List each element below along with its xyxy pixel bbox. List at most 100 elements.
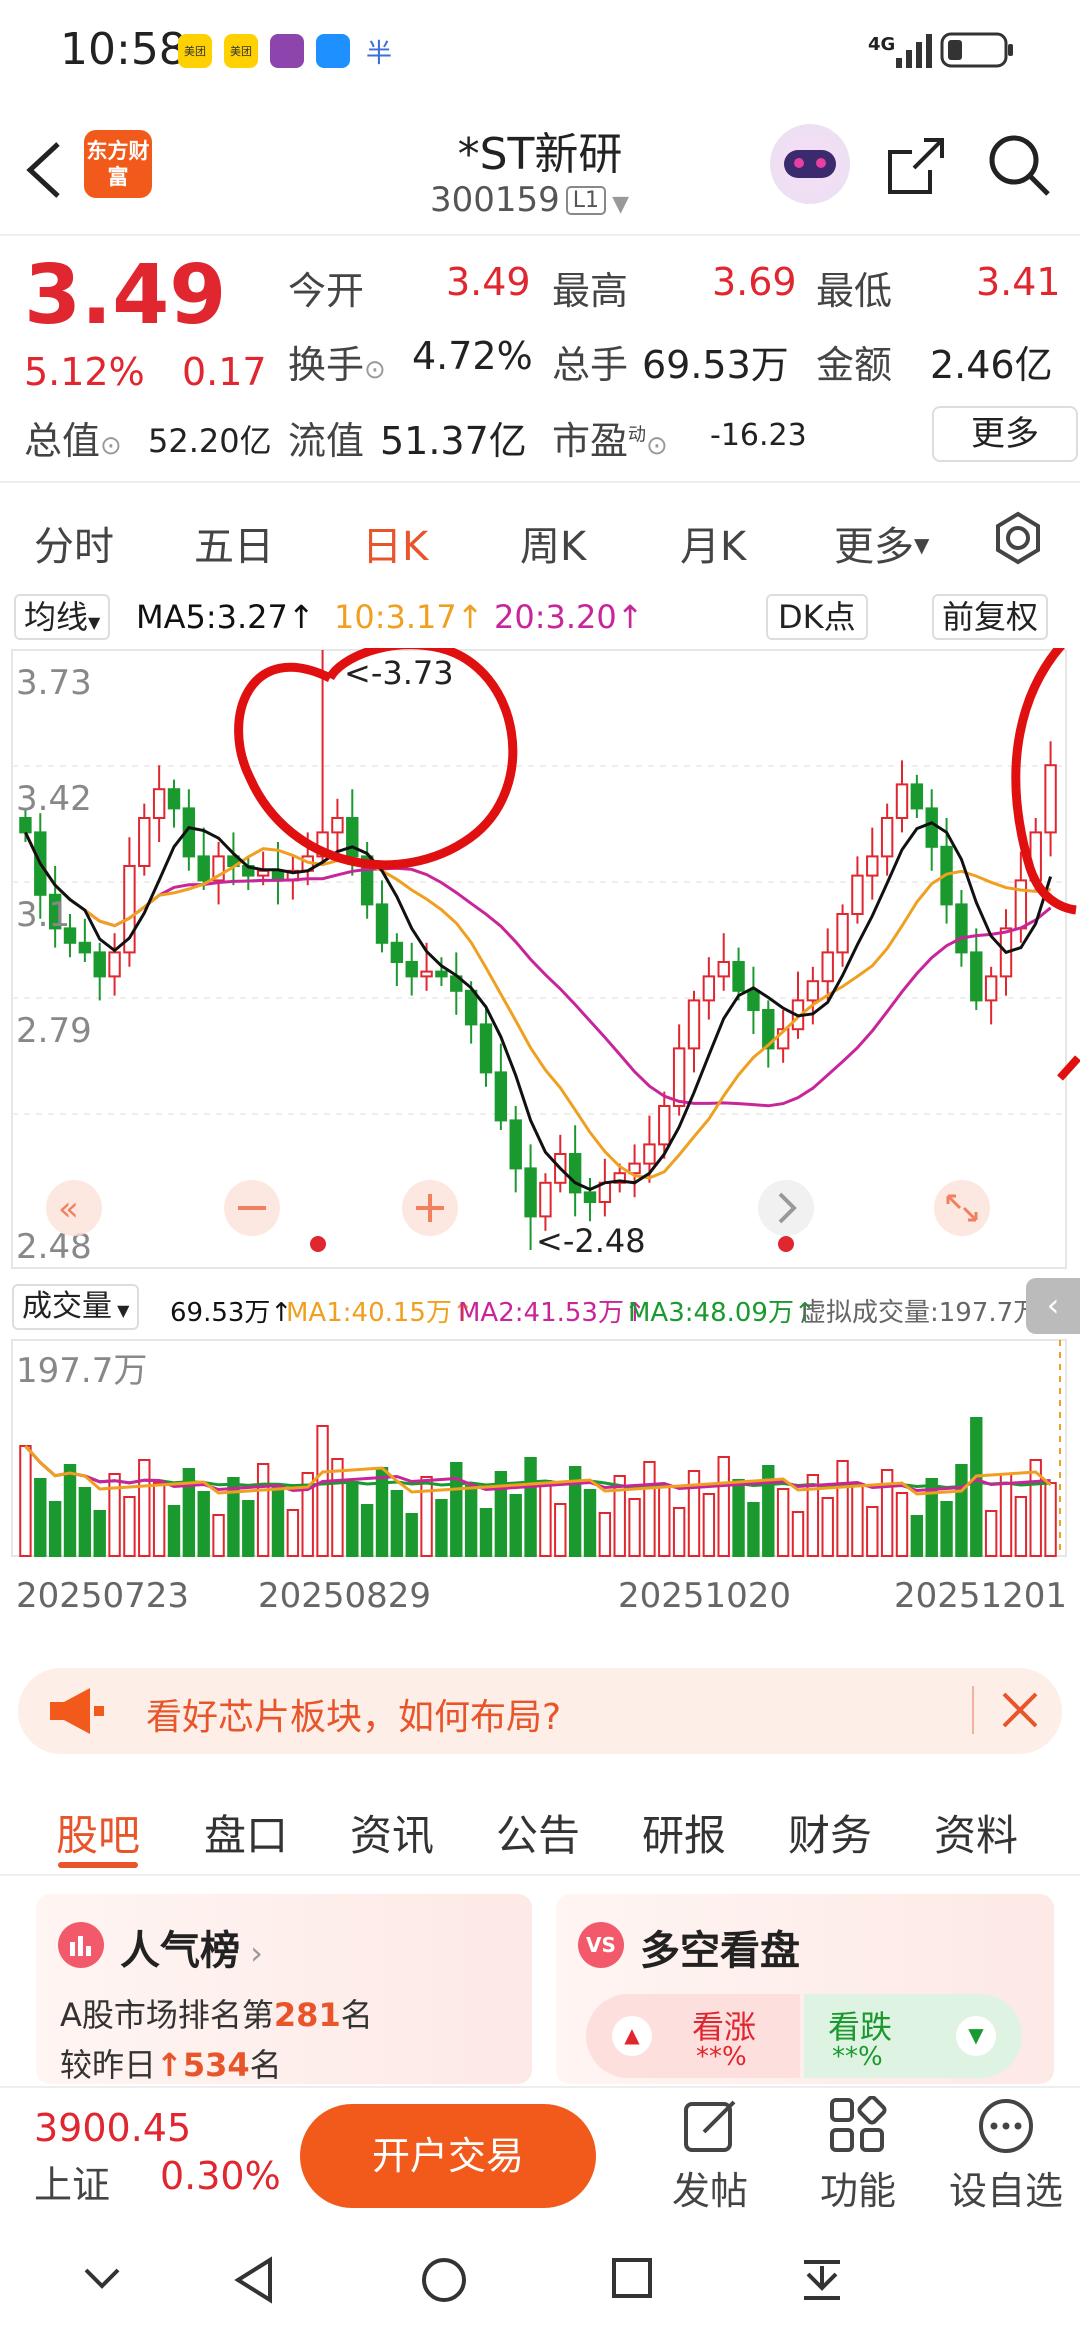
volume-bar xyxy=(1014,1496,1028,1557)
tab-financials[interactable]: 财务 xyxy=(788,1802,872,1863)
function-button[interactable]: 功能 xyxy=(814,2095,902,2215)
candle-body xyxy=(167,788,181,810)
dk-point-button[interactable]: DK点 xyxy=(766,594,868,640)
volume-bar xyxy=(598,1512,612,1557)
turnover-value: 4.72% xyxy=(412,334,533,378)
date-label: 20251020 xyxy=(618,1576,792,1616)
trade-button[interactable]: 开户交易 xyxy=(300,2104,596,2208)
recents-square-icon[interactable] xyxy=(610,2256,654,2300)
add-watchlist-button[interactable]: 设自选 xyxy=(944,2096,1068,2215)
tab-announcements[interactable]: 公告 xyxy=(496,1802,580,1863)
collapse-arrow-icon[interactable]: ‹ xyxy=(1026,1278,1080,1334)
volume-bar xyxy=(271,1486,285,1557)
home-circle-icon[interactable] xyxy=(420,2256,468,2304)
volume-bar xyxy=(93,1510,106,1557)
ai-assistant-icon[interactable] xyxy=(770,124,850,204)
tab-daily-k[interactable]: 日K xyxy=(362,514,428,572)
volume-bar xyxy=(717,1456,730,1557)
y-tick-label: 3.1 xyxy=(16,895,70,935)
volume-ma3: MA3:48.09万↑ xyxy=(628,1298,816,1328)
info-icon[interactable]: ⊙ xyxy=(646,431,668,461)
volume-bar xyxy=(63,1464,77,1557)
volume-current: 69.53万↑ xyxy=(170,1298,293,1328)
pe-label: 市盈动⊙ xyxy=(552,419,668,463)
vs-icon: VS xyxy=(578,1922,624,1968)
candle-body xyxy=(108,951,121,978)
gear-icon[interactable] xyxy=(990,510,1046,566)
tab-intraday[interactable]: 分时 xyxy=(34,514,114,572)
tab-news[interactable]: 资讯 xyxy=(350,1802,434,1863)
candle-body xyxy=(821,951,834,983)
volume-bar xyxy=(197,1491,210,1557)
chart-bars-icon xyxy=(58,1922,104,1968)
function-label: 功能 xyxy=(819,2169,896,2213)
popularity-title: 人气榜 › xyxy=(120,1928,263,1974)
more-button[interactable]: 更多 xyxy=(932,406,1078,462)
fullscreen-button[interactable] xyxy=(934,1180,990,1236)
tab-forum[interactable]: 股吧 xyxy=(56,1802,140,1863)
volume-bar xyxy=(435,1499,448,1557)
dot-marker xyxy=(778,1236,794,1252)
mktcap-label: 总值⊙ xyxy=(24,419,122,463)
volume-bar xyxy=(776,1488,790,1557)
candle-body xyxy=(910,783,924,810)
volume-bar xyxy=(821,1497,834,1557)
tab-profile[interactable]: 资料 xyxy=(934,1802,1018,1863)
turnover-label: 换手⊙ xyxy=(288,343,386,387)
active-tab-indicator xyxy=(58,1862,138,1868)
tab-monthly-k[interactable]: 月K xyxy=(680,514,746,572)
tab-research[interactable]: 研报 xyxy=(642,1802,726,1863)
edit-icon xyxy=(684,2100,736,2152)
date-label: 20250829 xyxy=(258,1576,432,1616)
candle-body xyxy=(925,807,938,848)
volume-bar xyxy=(791,1511,805,1557)
tab-five-day[interactable]: 五日 xyxy=(194,514,274,572)
volume-chart[interactable]: 成交量 ▼ 69.53万↑ MA1:40.15万↑ MA2:41.53万↑ MA… xyxy=(0,1278,1080,1616)
candle-body xyxy=(197,855,210,882)
notification-pull-icon[interactable] xyxy=(798,2256,846,2304)
post-button[interactable]: 发帖 xyxy=(666,2096,754,2215)
volume-bar xyxy=(316,1425,329,1557)
sentiment-card[interactable]: VS 多空看盘 ▲ 看涨 **% 看跌 **% ▼ xyxy=(556,1894,1054,2084)
candle-body xyxy=(420,970,433,978)
volume-bar xyxy=(390,1490,404,1557)
search-icon[interactable] xyxy=(986,132,1052,198)
volume-selector[interactable]: 成交量 ▼ xyxy=(12,1284,140,1330)
popularity-card[interactable]: 人气榜 › A股市场排名第281名 较昨日↑534名 xyxy=(36,1894,532,2084)
tab-order-book[interactable]: 盘口 xyxy=(204,1802,288,1863)
forward-button[interactable] xyxy=(758,1180,814,1236)
volume-bar xyxy=(539,1480,552,1557)
index-ticker[interactable]: 3900.45 xyxy=(34,2106,191,2150)
more-dots-icon xyxy=(979,2099,1033,2153)
volume-bar xyxy=(152,1482,166,1557)
adjust-button[interactable]: 前复权 xyxy=(932,594,1049,640)
info-icon[interactable]: ⊙ xyxy=(100,431,122,461)
watchlist-label: 设自选 xyxy=(948,2169,1063,2213)
info-icon[interactable]: ⊙ xyxy=(364,355,386,385)
chevron-down-icon[interactable]: ▼ xyxy=(612,192,629,217)
ma5-label: MA5:3.27↑ xyxy=(136,598,315,636)
share-icon[interactable] xyxy=(884,134,948,198)
bear-button[interactable]: 看跌 **% ▼ xyxy=(804,1994,1022,2078)
ma-selector[interactable]: 均线▼ xyxy=(14,594,111,640)
promo-banner[interactable]: 看好芯片板块，如何布局? xyxy=(18,1668,1062,1754)
y-tick-label: 3.73 xyxy=(16,663,92,703)
mktcap-value: 52.20亿 xyxy=(148,422,272,460)
bull-button[interactable]: ▲ 看涨 **% xyxy=(586,1994,800,2078)
kline-chart[interactable]: 均线▼ MA5:3.27↑ 10:3.17↑ 20:3.20↑ DK点 前复权 … xyxy=(0,588,1080,1278)
tab-weekly-k[interactable]: 周K xyxy=(520,514,586,572)
volume-bar xyxy=(48,1501,62,1557)
volume-bar xyxy=(702,1493,716,1557)
volume-bar xyxy=(583,1489,597,1557)
candle-body xyxy=(806,980,820,1002)
chevron-down-icon[interactable] xyxy=(80,2256,124,2300)
candle-body xyxy=(732,961,745,992)
amount-label: 金额 xyxy=(816,343,893,387)
low-value: 3.41 xyxy=(976,260,1061,304)
volume-bar xyxy=(123,1496,136,1557)
close-icon[interactable] xyxy=(1000,1690,1040,1730)
tab-more[interactable]: 更多▼ xyxy=(834,514,929,572)
back-triangle-icon[interactable] xyxy=(232,2256,276,2304)
volume-bar xyxy=(212,1514,225,1557)
status-bar: 10:58 美团 美团 半 4G xyxy=(0,0,1080,100)
